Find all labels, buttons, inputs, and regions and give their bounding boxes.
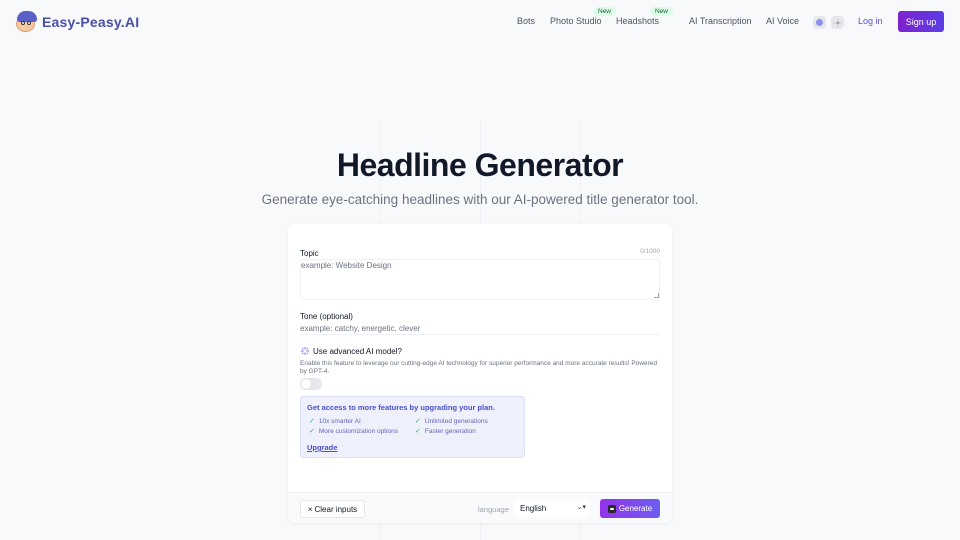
- generator-form-card: Topic 0/1000 Tone (optional) Use advance…: [288, 224, 672, 523]
- advanced-model-row: Use advanced AI model?: [300, 346, 402, 356]
- generate-label: Generate: [618, 504, 653, 513]
- nav-item-bots[interactable]: Bots: [517, 16, 535, 26]
- language-label: language: [478, 505, 509, 514]
- signup-button[interactable]: Sign up: [898, 11, 944, 32]
- resize-handle[interactable]: [654, 293, 659, 298]
- brand-name: Easy-Peasy.AI: [42, 13, 140, 30]
- generate-button[interactable]: Generate: [600, 499, 660, 518]
- feature-item: ✓ Faster generation: [415, 427, 476, 436]
- upgrade-callout: Get access to more features by upgrading…: [300, 396, 525, 458]
- language-value: English: [520, 504, 547, 513]
- feature-label: Unlimited generations: [424, 417, 488, 425]
- mascot-icon: [15, 11, 38, 32]
- nav-item-headshots[interactable]: Headshots: [616, 16, 659, 26]
- new-badge: New: [593, 7, 617, 16]
- feature-item: ✓ 10x smarter AI: [309, 417, 361, 426]
- feature-label: Faster generation: [424, 427, 476, 435]
- feature-label: 10x smarter AI: [318, 417, 361, 425]
- toggle-knob: [301, 379, 311, 389]
- advanced-model-description: Enable this feature to leverage our cutt…: [300, 360, 657, 375]
- site-header: Easy-Peasy.AI Bots Photo Studio New Head…: [0, 0, 960, 44]
- advanced-model-label: Use advanced AI model?: [313, 346, 402, 356]
- close-icon: ×: [307, 504, 313, 514]
- color-theme-button[interactable]: [813, 16, 826, 29]
- sun-icon: [833, 18, 842, 27]
- advanced-model-toggle[interactable]: [300, 378, 322, 390]
- form-footer: × Clear inputs language English ⌄▾ Gener…: [288, 492, 672, 523]
- upgrade-title: Get access to more features by upgrading…: [307, 403, 495, 412]
- language-select[interactable]: English ⌄▾: [514, 500, 590, 517]
- page-title: Headline Generator: [336, 147, 624, 183]
- upgrade-link[interactable]: Upgrade: [307, 443, 337, 452]
- page-subtitle: Generate eye-catching headlines with our…: [261, 192, 699, 207]
- topic-label: Topic: [300, 249, 319, 258]
- topic-char-counter: 0/1000: [640, 248, 660, 255]
- color-theme-icon: [816, 19, 823, 26]
- sparkle-icon: [301, 347, 309, 355]
- check-icon: ✓: [309, 428, 315, 435]
- clear-inputs-button[interactable]: × Clear inputs: [300, 500, 365, 518]
- new-badge: New: [650, 7, 674, 16]
- brand-logo[interactable]: Easy-Peasy.AI: [15, 11, 139, 32]
- nav-item-photo-studio[interactable]: Photo Studio: [550, 16, 602, 26]
- login-link[interactable]: Log in: [858, 16, 883, 26]
- feature-item: ✓ Unlimited generations: [415, 417, 488, 426]
- nav-item-ai-voice[interactable]: AI Voice: [766, 16, 799, 26]
- check-icon: ✓: [415, 428, 421, 435]
- tone-input[interactable]: [300, 323, 660, 335]
- robot-icon: [607, 504, 616, 513]
- clear-inputs-label: Clear inputs: [314, 504, 358, 514]
- nav-item-ai-transcription[interactable]: AI Transcription: [689, 16, 752, 26]
- topic-input[interactable]: [300, 259, 660, 300]
- tone-label: Tone (optional): [300, 312, 353, 321]
- check-icon: ✓: [415, 418, 421, 425]
- feature-item: ✓ More customization options: [309, 427, 398, 436]
- chevron-down-icon: ⌄▾: [576, 504, 586, 511]
- check-icon: ✓: [309, 418, 315, 425]
- light-mode-button[interactable]: [831, 16, 844, 29]
- feature-label: More customization options: [318, 427, 398, 435]
